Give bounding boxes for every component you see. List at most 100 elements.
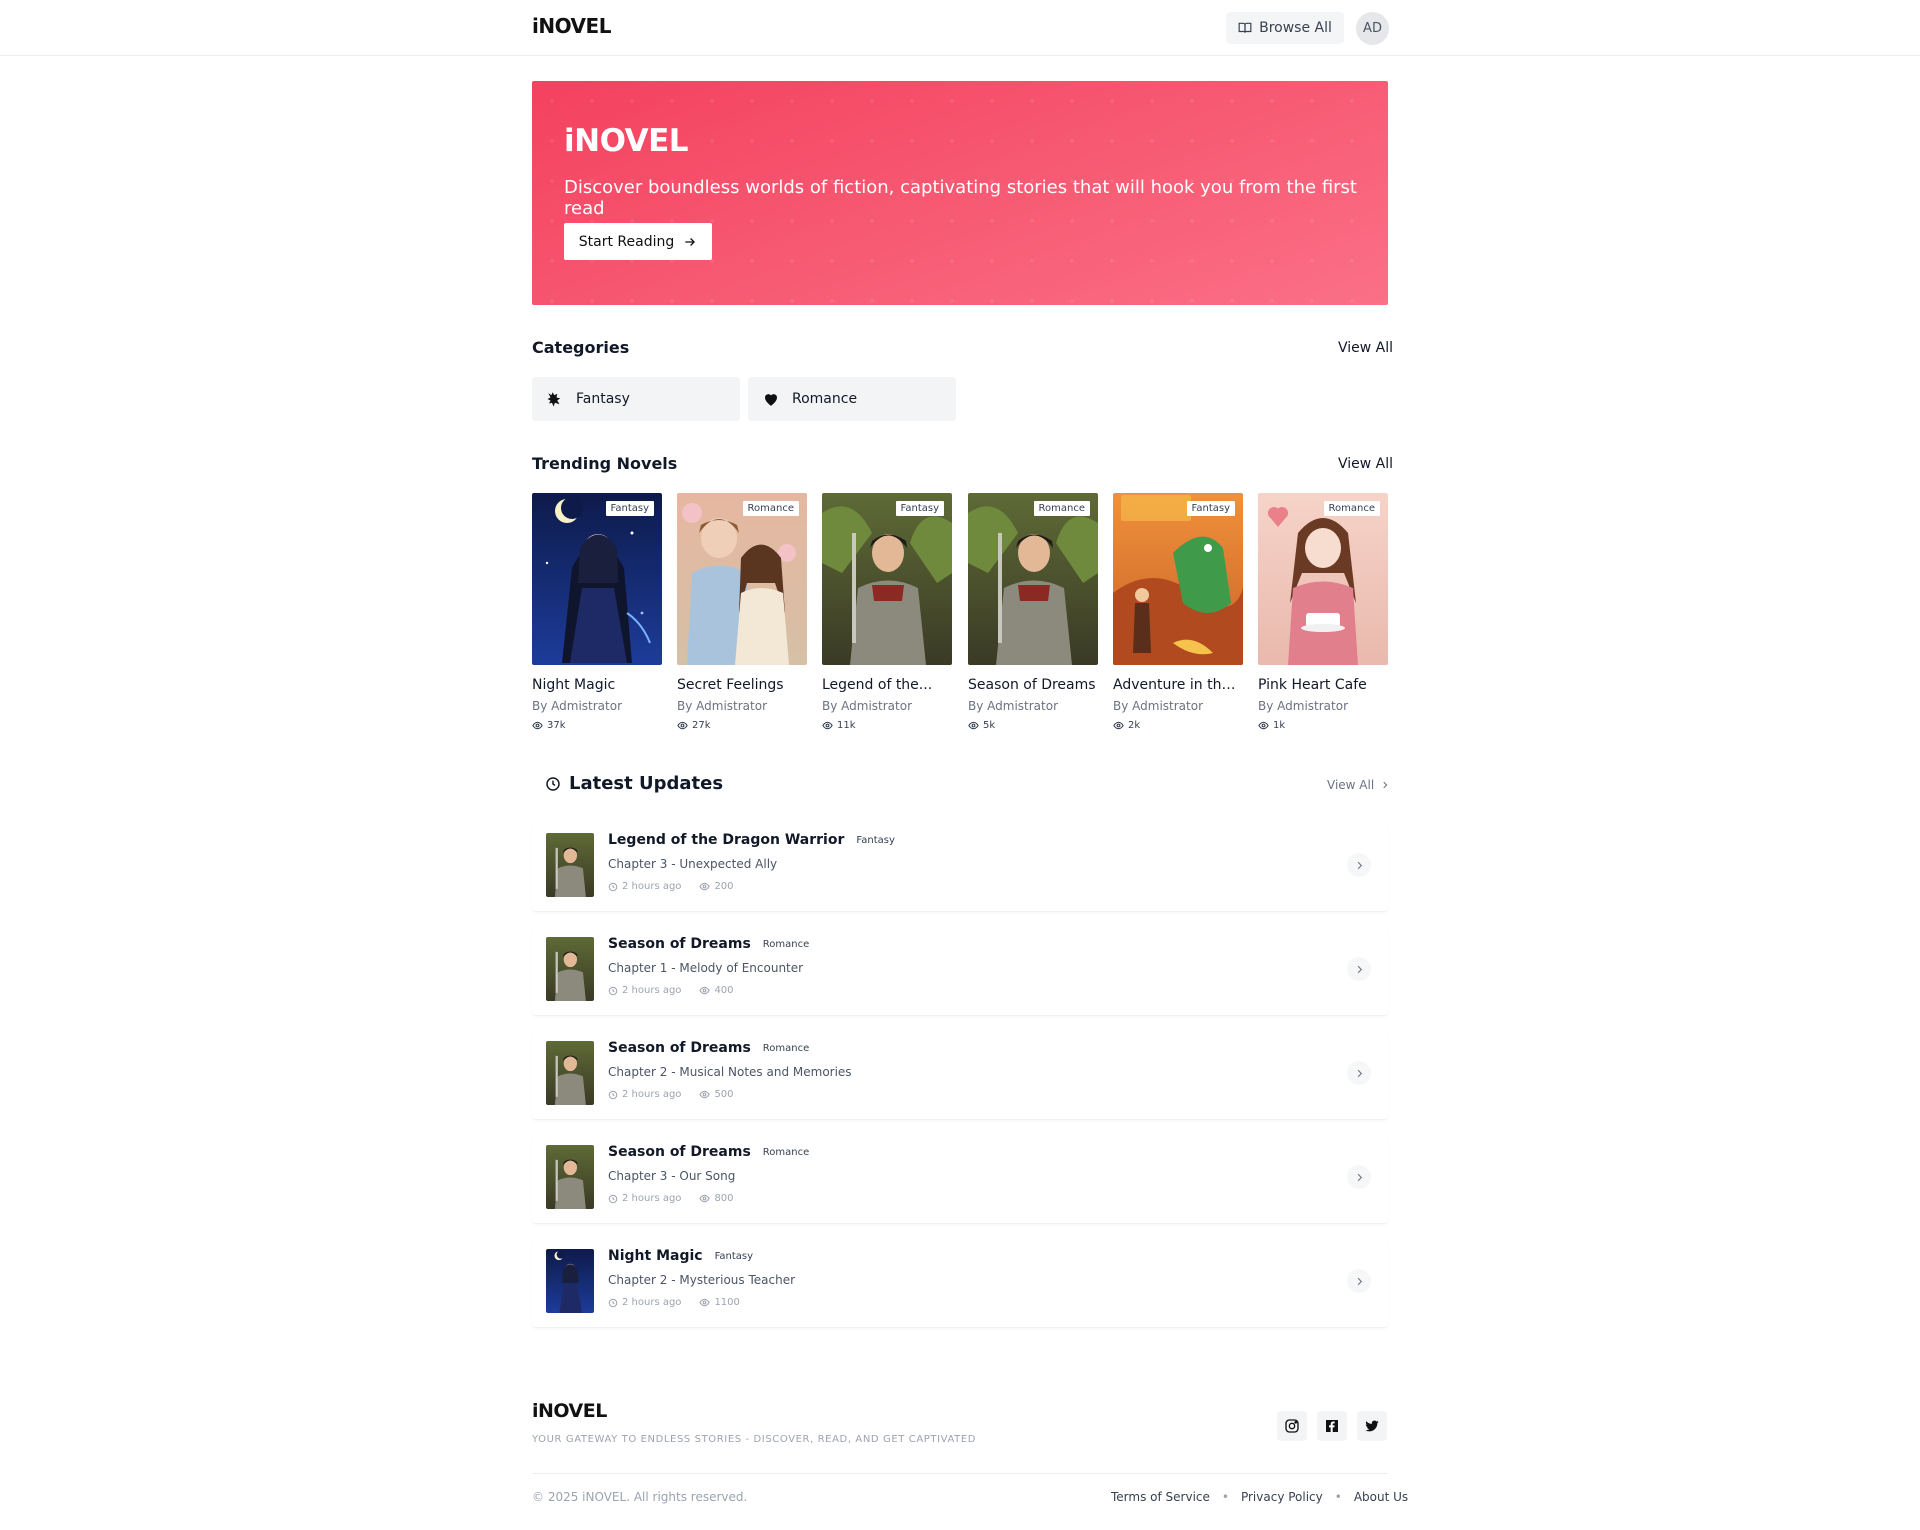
adventure-cover-art (1113, 493, 1243, 665)
update-open-button[interactable] (1347, 1269, 1371, 1293)
update-thumbnail[interactable] (546, 833, 594, 897)
novel-title[interactable]: Pink Heart Cafe (1258, 677, 1388, 693)
copyright-text: © 2025 iNOVEL. All rights reserved. (532, 1490, 748, 1504)
update-genre-tag: Romance (762, 1146, 810, 1158)
novel-title[interactable]: Adventure in the... (1113, 677, 1243, 693)
eye-icon (1258, 721, 1269, 730)
novel-card-adventure[interactable]: Fantasy Adventure in the... By Admistrat… (1113, 493, 1243, 731)
category-label: Fantasy (576, 391, 630, 407)
update-novel-title[interactable]: Season of Dreams (608, 1040, 751, 1056)
browse-all-label: Browse All (1259, 20, 1332, 36)
trending-view-all-link[interactable]: View All (1338, 456, 1393, 472)
update-item[interactable]: Night Magic Fantasy Chapter 2 - Mysterio… (532, 1236, 1388, 1328)
top-navigation-bar: iNOVEL Browse All AD (0, 0, 1920, 56)
footer-brand-logo[interactable]: iNOVEL (532, 1400, 607, 1422)
novel-cover[interactable]: Romance (968, 493, 1098, 665)
facebook-link[interactable] (1317, 1411, 1347, 1441)
eye-icon (699, 882, 711, 891)
season-of-dreams-thumb-art (546, 1041, 594, 1105)
eye-icon (532, 721, 543, 730)
update-views: 800 (714, 1193, 734, 1204)
season-of-dreams-thumb-art (546, 1145, 594, 1209)
user-avatar[interactable]: AD (1356, 12, 1389, 45)
novel-title[interactable]: Season of Dreams (968, 677, 1098, 693)
novel-author: By Admistrator (968, 699, 1059, 713)
browse-all-button[interactable]: Browse All (1226, 12, 1344, 44)
chevron-right-icon (1357, 861, 1362, 869)
update-chapter[interactable]: Chapter 2 - Mysterious Teacher (608, 1273, 795, 1287)
update-thumbnail[interactable] (546, 937, 594, 1001)
novel-author: By Admistrator (1113, 699, 1204, 713)
footer-divider (532, 1473, 1388, 1474)
terms-of-service-link[interactable]: Terms of Service (1111, 1490, 1210, 1504)
novel-cover[interactable]: Romance (677, 493, 807, 665)
update-chapter[interactable]: Chapter 1 - Melody of Encounter (608, 961, 803, 975)
categories-heading: Categories (532, 338, 630, 357)
categories-view-all-link[interactable]: View All (1338, 340, 1393, 356)
update-novel-title[interactable]: Night Magic (608, 1248, 703, 1264)
update-novel-title[interactable]: Legend of the Dragon Warrior (608, 832, 844, 848)
footer-tagline: YOUR GATEWAY TO ENDLESS STORIES - DISCOV… (532, 1434, 977, 1445)
update-novel-title[interactable]: Season of Dreams (608, 936, 751, 952)
novel-cover[interactable]: Fantasy (822, 493, 952, 665)
update-chapter[interactable]: Chapter 2 - Musical Notes and Memories (608, 1065, 852, 1079)
novel-card-season-of-dreams[interactable]: Romance Season of Dreams By Admistrator … (968, 493, 1098, 731)
update-time: 2 hours ago (622, 1089, 682, 1100)
novel-title[interactable]: Secret Feelings (677, 677, 807, 693)
novel-author: By Admistrator (1258, 699, 1349, 713)
category-romance-button[interactable]: Romance (748, 377, 956, 421)
latest-view-all-link[interactable]: View All (1327, 778, 1390, 792)
eye-icon (699, 1298, 711, 1307)
genre-badge: Romance (1323, 501, 1380, 516)
start-reading-button[interactable]: Start Reading (564, 223, 712, 260)
clock-icon (546, 776, 560, 791)
update-meta: 2 hours ago 200 (608, 881, 734, 892)
update-novel-title[interactable]: Season of Dreams (608, 1144, 751, 1160)
season-of-dreams-cover-art (968, 493, 1098, 665)
update-item[interactable]: Legend of the Dragon Warrior Fantasy Cha… (532, 820, 1388, 912)
update-title-row: Season of Dreams Romance (608, 1040, 809, 1056)
update-open-button[interactable] (1347, 853, 1371, 877)
update-item[interactable]: Season of Dreams Romance Chapter 2 - Mus… (532, 1028, 1388, 1120)
twitter-link[interactable] (1357, 1411, 1387, 1441)
novel-cover[interactable]: Romance (1258, 493, 1388, 665)
hero-title: iNOVEL (564, 123, 689, 159)
genre-badge: Fantasy (895, 501, 944, 516)
update-item[interactable]: Season of Dreams Romance Chapter 3 - Our… (532, 1132, 1388, 1224)
update-open-button[interactable] (1347, 957, 1371, 981)
update-item[interactable]: Season of Dreams Romance Chapter 1 - Mel… (532, 924, 1388, 1016)
update-thumbnail[interactable] (546, 1249, 594, 1313)
update-time: 2 hours ago (622, 1193, 682, 1204)
novel-author: By Admistrator (532, 699, 623, 713)
novel-title[interactable]: Night Magic (532, 677, 662, 693)
update-open-button[interactable] (1347, 1165, 1371, 1189)
about-us-link[interactable]: About Us (1354, 1490, 1408, 1504)
update-title-row: Season of Dreams Romance (608, 1144, 809, 1160)
update-chapter[interactable]: Chapter 3 - Our Song (608, 1169, 735, 1183)
views-count: 2k (1128, 720, 1141, 731)
update-open-button[interactable] (1347, 1061, 1371, 1085)
instagram-link[interactable] (1277, 1411, 1307, 1441)
update-genre-tag: Romance (762, 938, 810, 950)
novel-views: 5k (968, 720, 1098, 731)
novel-card-night-magic[interactable]: Fantasy Night Magic By Admistrator 37k (532, 493, 662, 731)
privacy-policy-link[interactable]: Privacy Policy (1241, 1490, 1323, 1504)
eye-icon (699, 986, 711, 995)
novel-card-secret-feelings[interactable]: Romance Secret Feelings By Admistrator 2… (677, 493, 807, 731)
novel-title[interactable]: Legend of the... (822, 677, 952, 693)
chevron-right-icon (1357, 965, 1362, 973)
brand-logo[interactable]: iNOVEL (532, 14, 611, 38)
update-chapter[interactable]: Chapter 3 - Unexpected Ally (608, 857, 777, 871)
chevron-right-icon (1357, 1173, 1362, 1181)
update-meta: 2 hours ago 800 (608, 1193, 734, 1204)
novel-card-legend-dragon-warrior[interactable]: Fantasy Legend of the... By Admistrator … (822, 493, 952, 731)
novel-card-pink-heart-cafe[interactable]: Romance Pink Heart Cafe By Admistrator 1… (1258, 493, 1388, 731)
eye-icon (968, 721, 979, 730)
update-thumbnail[interactable] (546, 1041, 594, 1105)
novel-cover[interactable]: Fantasy (532, 493, 662, 665)
novel-cover[interactable]: Fantasy (1113, 493, 1243, 665)
category-fantasy-button[interactable]: Fantasy (532, 377, 740, 421)
update-thumbnail[interactable] (546, 1145, 594, 1209)
arrow-right-icon (685, 237, 696, 246)
link-separator: • (1221, 1490, 1229, 1504)
